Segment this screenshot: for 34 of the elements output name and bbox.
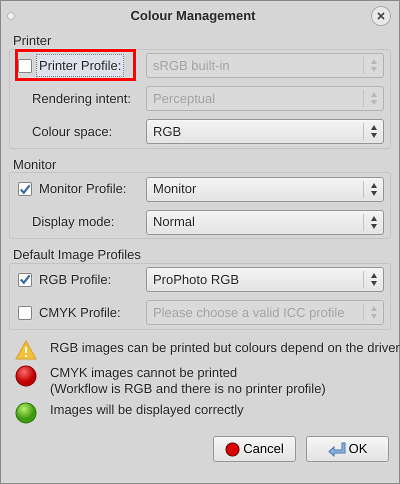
group-title: Default Image Profiles xyxy=(13,248,141,262)
message-text: Images will be displayed correctly xyxy=(50,402,244,418)
dropdown[interactable]: Normal xyxy=(146,210,384,234)
spinner-arrows-icon xyxy=(370,124,378,139)
checkbox[interactable] xyxy=(18,272,32,286)
checkbox-label[interactable]: Monitor Profile: xyxy=(36,177,130,201)
checkbox[interactable] xyxy=(18,182,32,196)
spinner-arrows-icon xyxy=(370,305,378,320)
group-title: Printer xyxy=(13,34,52,48)
field-label: Rendering intent: xyxy=(31,90,132,108)
ok-button[interactable]: OK xyxy=(306,436,389,462)
dropdown[interactable]: Monitor xyxy=(146,176,384,202)
spinner-arrows-icon xyxy=(370,182,378,196)
message-text: RGB images can be printed but colours depend on the driver xyxy=(50,340,400,356)
field-label: Display mode: xyxy=(31,213,114,232)
enter-arrow-icon xyxy=(328,442,346,457)
dropdown[interactable]: RGB xyxy=(146,119,384,144)
field-label: Colour space: xyxy=(31,122,112,141)
spinner-arrows-icon xyxy=(370,272,378,287)
cancel-button[interactable]: Cancel xyxy=(213,436,296,462)
stop-icon xyxy=(225,442,240,457)
message-text: CMYK images cannot be printed (Workflow is RGB and there is no printer profile) xyxy=(50,365,326,398)
spinner-arrows-icon xyxy=(370,58,378,73)
success-icon xyxy=(15,402,37,424)
group-title: Monitor xyxy=(13,158,56,172)
error-icon xyxy=(15,365,37,388)
close-button[interactable] xyxy=(371,6,391,26)
dropdown[interactable]: ProPhoto RGB xyxy=(146,267,384,292)
checkbox-label[interactable]: RGB Profile: xyxy=(36,268,114,292)
window-title: Colour Management xyxy=(130,7,256,26)
spinner-arrows-icon xyxy=(370,91,378,106)
spinner-arrows-icon xyxy=(370,214,378,230)
warning-icon xyxy=(15,340,37,360)
close-icon xyxy=(376,11,386,21)
